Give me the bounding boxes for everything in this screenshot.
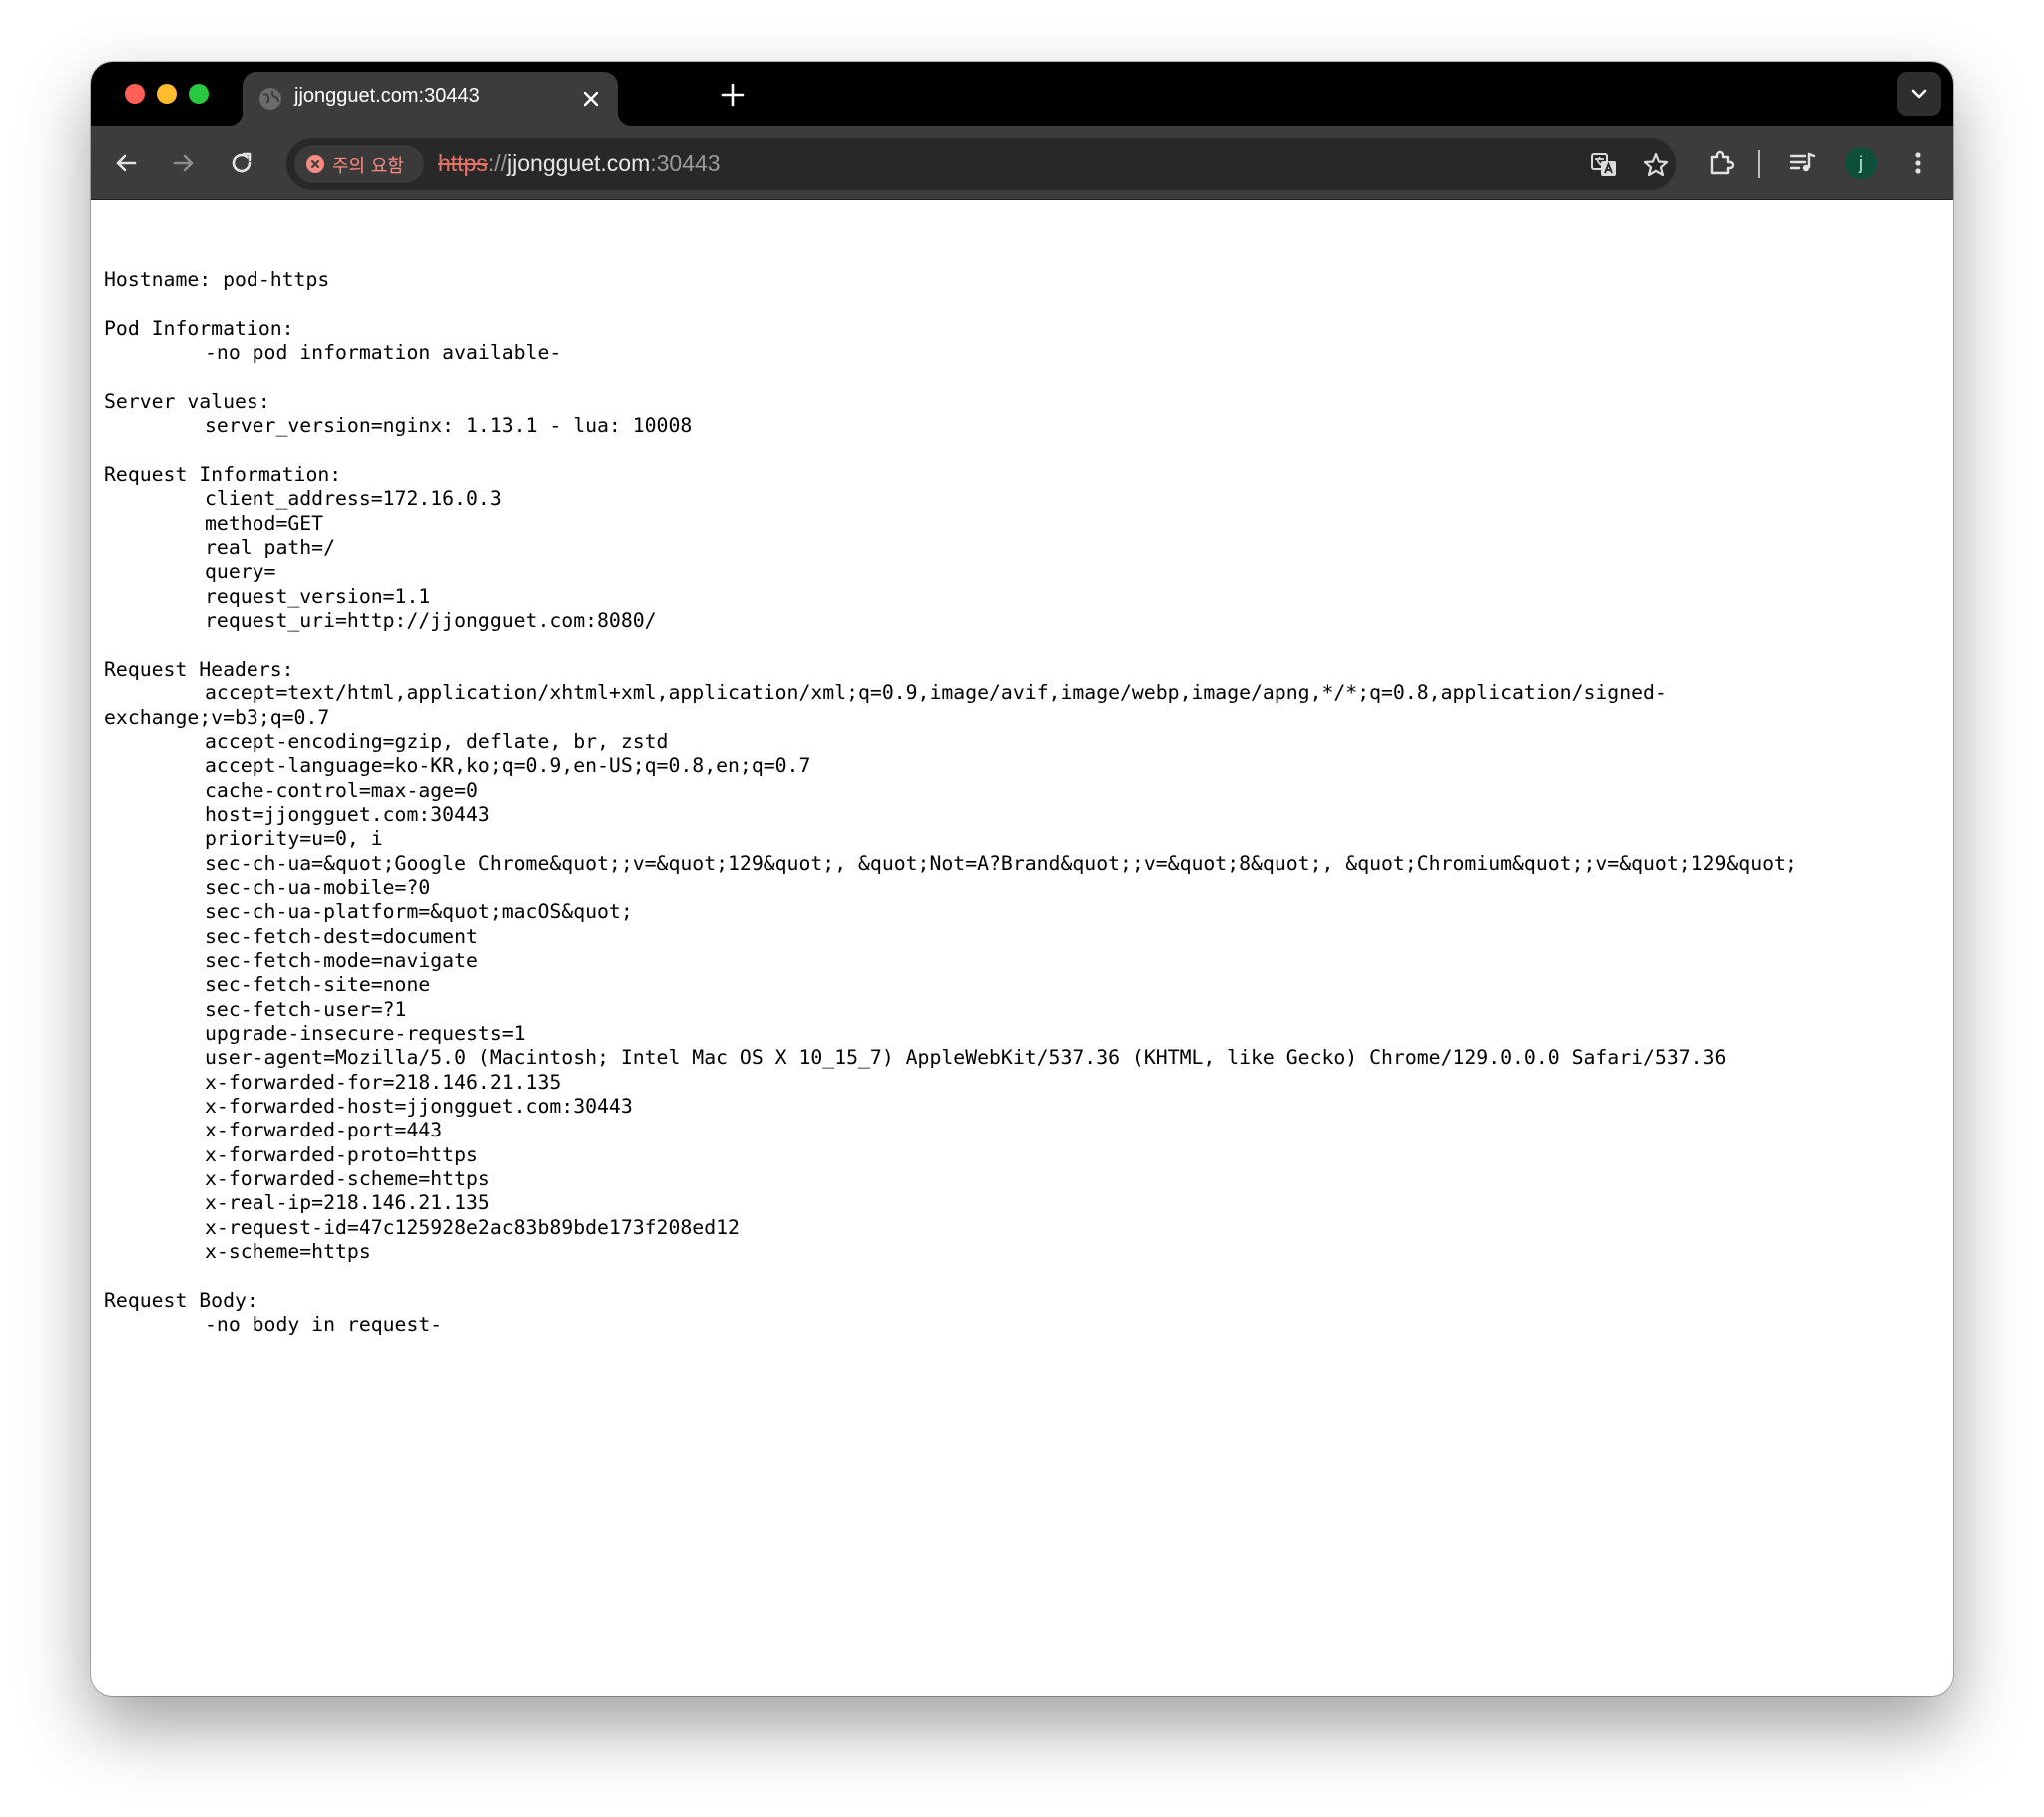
output-line: server_version=nginx: 1.13.1 - lua: 1000… — [205, 414, 693, 438]
output-line: sec-fetch-user=?1 — [205, 997, 407, 1021]
output-line: sec-ch-ua-mobile=?0 — [205, 875, 431, 899]
output-line: accept-encoding=gzip, deflate, br, zstd — [205, 729, 669, 753]
output-line: sec-fetch-site=none — [205, 973, 431, 997]
output-line: upgrade-insecure-requests=1 — [205, 1022, 526, 1045]
output-line: x-real-ip=218.146.21.135 — [205, 1191, 490, 1215]
profile-avatar[interactable]: j — [1845, 147, 1877, 179]
toolbar: 주의 요함 https://jjongguet.com:30443 j — [91, 126, 1953, 200]
output-line: cache-control=max-age=0 — [205, 778, 478, 802]
url-port: :30443 — [650, 150, 721, 176]
output-line: sec-ch-ua-platform=&quot;macOS&quot; — [205, 900, 633, 924]
output-line: real path=/ — [205, 536, 336, 560]
media-controls-icon[interactable] — [1788, 148, 1817, 178]
output-line: accept=text/html,application/xhtml+xml,a… — [205, 681, 1667, 705]
back-arrow-icon[interactable] — [111, 148, 141, 178]
output-line: sec-ch-ua=&quot;Google Chrome&quot;;v=&q… — [205, 851, 1797, 875]
bookmark-star-icon[interactable] — [1642, 151, 1670, 179]
window-close-button[interactable] — [125, 84, 145, 104]
url-separator: :// — [487, 150, 508, 176]
tab-title: jjongguet.com:30443 — [294, 85, 480, 107]
output-line: -no pod information available- — [205, 341, 562, 365]
output-line: accept-language=ko-KR,ko;q=0.9,en-US;q=0… — [205, 754, 811, 778]
tab-strip: jjongguet.com:30443 — [91, 62, 1953, 126]
output-line: Hostname: pod-https — [104, 268, 330, 292]
error-circle-icon — [306, 155, 324, 173]
not-secure-chip[interactable]: 주의 요함 — [294, 145, 424, 183]
url-scheme: https — [438, 150, 488, 176]
forward-arrow-icon[interactable] — [169, 148, 199, 178]
close-icon[interactable] — [580, 88, 602, 110]
output-line: client_address=172.16.0.3 — [205, 487, 502, 511]
output-line: request_uri=http://jjongguet.com:8080/ — [205, 609, 657, 633]
new-tab-plus-icon[interactable] — [720, 82, 746, 108]
output-line: Request Body: — [104, 1288, 258, 1312]
output-line: Pod Information: — [104, 317, 294, 341]
window-maximize-button[interactable] — [189, 84, 209, 104]
browser-window: jjongguet.com:30443 주의 요함 https://jjongg… — [91, 62, 1953, 1696]
output-line: request_version=1.1 — [205, 584, 431, 608]
output-line: exchange;v=b3;q=0.7 — [104, 705, 330, 729]
output-line: x-forwarded-for=218.146.21.135 — [205, 1070, 562, 1094]
tab-search-button[interactable] — [1897, 72, 1941, 116]
extensions-puzzle-icon[interactable] — [1706, 148, 1736, 178]
output-line: x-forwarded-port=443 — [205, 1119, 443, 1142]
output-line: Request Information: — [104, 463, 342, 487]
kebab-menu-icon[interactable] — [1903, 148, 1933, 178]
toolbar-divider — [1758, 150, 1760, 178]
output-line: x-request-id=47c125928e2ac83b89bde173f20… — [205, 1215, 740, 1239]
tab-active[interactable]: jjongguet.com:30443 — [229, 72, 632, 126]
output-line: x-scheme=https — [205, 1240, 371, 1264]
url-host: jjongguet.com — [507, 150, 651, 176]
url-text[interactable]: https://jjongguet.com:30443 — [438, 150, 721, 177]
output-line: x-forwarded-host=jjongguet.com:30443 — [205, 1095, 633, 1119]
output-line: -no body in request- — [205, 1313, 443, 1337]
output-line: Server values: — [104, 390, 270, 414]
chevron-down-icon — [1911, 89, 1927, 99]
output-line: host=jjongguet.com:30443 — [205, 802, 490, 826]
output-line: x-forwarded-scheme=https — [205, 1167, 490, 1191]
address-bar[interactable]: 주의 요함 https://jjongguet.com:30443 — [286, 138, 1676, 190]
echo-server-output: Hostname: pod-https Pod Information: -no … — [104, 244, 1797, 1337]
output-line: priority=u=0, i — [205, 827, 383, 851]
reload-icon[interactable] — [227, 148, 256, 178]
window-minimize-button[interactable] — [157, 84, 177, 104]
output-line: method=GET — [205, 511, 324, 535]
translate-icon[interactable] — [1590, 151, 1618, 179]
page-content: Hostname: pod-https Pod Information: -no … — [91, 201, 1953, 1696]
output-line: Request Headers: — [104, 657, 294, 681]
output-line: user-agent=Mozilla/5.0 (Macintosh; Intel… — [205, 1046, 1727, 1070]
output-line: x-forwarded-proto=https — [205, 1142, 478, 1166]
globe-icon — [259, 88, 281, 110]
output-line: query= — [205, 560, 276, 584]
output-line: sec-fetch-mode=navigate — [205, 948, 478, 972]
not-secure-label: 주의 요함 — [332, 156, 404, 177]
output-line: sec-fetch-dest=document — [205, 924, 478, 948]
